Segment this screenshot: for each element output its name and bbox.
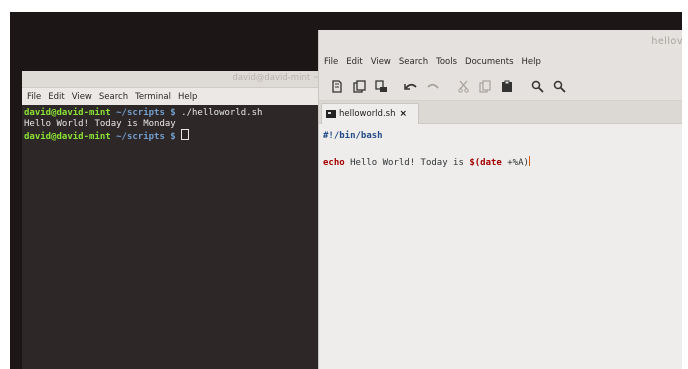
editor-window[interactable]: hellov File Edit View Search Tools Docum… <box>318 30 682 369</box>
code-text: Hello World! Today is <box>344 158 470 168</box>
menu-view[interactable]: View <box>72 92 92 102</box>
desktop: david@david-mint ~ File Edit View Search… <box>10 12 682 369</box>
editor-toolbar <box>319 72 682 101</box>
close-icon[interactable]: × <box>399 109 407 119</box>
command-text: ./helloworld.sh <box>181 108 263 118</box>
menu-search[interactable]: Search <box>399 57 428 67</box>
code-editor[interactable]: #!/bin/bash echo Hello World! Today is $… <box>319 124 682 176</box>
menu-terminal[interactable]: Terminal <box>135 92 171 102</box>
copy-icon[interactable] <box>477 78 493 94</box>
terminal-line: Hello World! Today is Monday <box>24 118 176 129</box>
menu-file[interactable]: File <box>27 92 41 102</box>
menu-file[interactable]: File <box>324 57 338 67</box>
editor-titlebar[interactable]: hellov <box>319 30 682 52</box>
menu-help[interactable]: Help <box>178 92 197 102</box>
prompt-path: ~/scripts $ <box>116 108 176 118</box>
save-icon[interactable] <box>373 78 389 94</box>
terminal-title: david@david-mint ~ <box>232 73 320 83</box>
code-command: date <box>480 158 502 168</box>
terminal-titlebar[interactable]: david@david-mint ~ <box>22 71 340 88</box>
paste-icon[interactable] <box>499 78 515 94</box>
code-keyword: echo <box>323 158 345 168</box>
editor-title: hellov <box>651 36 682 47</box>
terminal-window[interactable]: david@david-mint ~ File Edit View Search… <box>21 70 341 369</box>
new-file-icon[interactable] <box>329 78 345 94</box>
prompt-user: david@david-mint <box>24 132 111 142</box>
code-arg: +%A) <box>501 158 529 168</box>
search-icon[interactable] <box>529 78 545 94</box>
search-replace-icon[interactable] <box>551 78 567 94</box>
terminal-output[interactable]: david@david-mint ~/scripts $ ./helloworl… <box>22 105 340 146</box>
prompt-user: david@david-mint <box>24 108 111 118</box>
tab-helloworld[interactable]: helloworld.sh × <box>321 103 419 124</box>
menu-view[interactable]: View <box>371 57 391 67</box>
tab-label: helloworld.sh <box>339 109 396 119</box>
menu-tools[interactable]: Tools <box>436 57 457 67</box>
menu-documents[interactable]: Documents <box>465 57 513 67</box>
redo-icon[interactable] <box>425 78 441 94</box>
menu-search[interactable]: Search <box>99 92 128 102</box>
menu-edit[interactable]: Edit <box>346 57 362 67</box>
open-icon[interactable] <box>351 78 367 94</box>
code-subshell: $( <box>469 158 481 168</box>
editor-menubar: File Edit View Search Tools Documents He… <box>319 52 682 72</box>
editor-tabbar: helloworld.sh × <box>319 101 682 124</box>
terminal-line: david@david-mint ~/scripts $ <box>24 129 338 143</box>
terminal-file-icon <box>326 110 336 118</box>
code-line: echo Hello World! Today is $(date +%A) <box>323 156 679 170</box>
terminal-cursor <box>181 129 190 140</box>
undo-icon[interactable] <box>403 78 419 94</box>
cut-icon[interactable] <box>455 78 471 94</box>
terminal-menubar: File Edit View Search Terminal Help <box>22 88 340 105</box>
prompt-path: ~/scripts $ <box>116 132 176 142</box>
menu-edit[interactable]: Edit <box>48 92 64 102</box>
text-caret <box>528 156 530 166</box>
menu-help[interactable]: Help <box>522 57 541 67</box>
terminal-line: david@david-mint ~/scripts $ ./helloworl… <box>24 108 338 119</box>
code-line: #!/bin/bash <box>323 131 383 141</box>
